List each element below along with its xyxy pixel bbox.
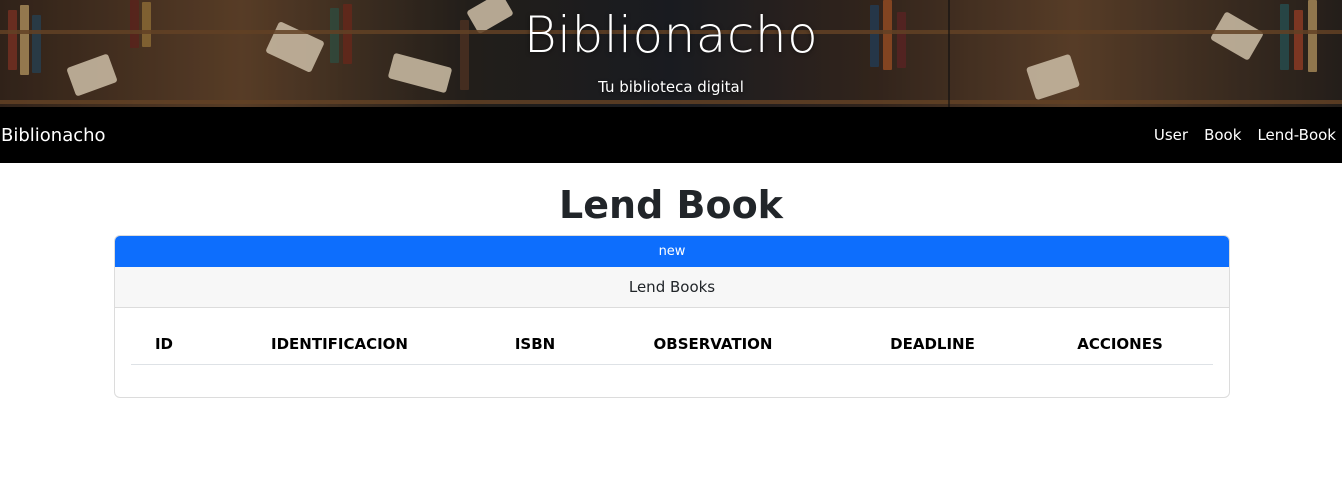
hero-banner: Biblionacho Tu biblioteca digital bbox=[0, 0, 1342, 107]
lend-books-card: new Lend Books ID IDENTIFICACION ISBN OB… bbox=[114, 235, 1230, 398]
hero-title: Biblionacho bbox=[523, 6, 819, 64]
new-button[interactable]: new bbox=[115, 236, 1229, 267]
nav-link-user[interactable]: User bbox=[1154, 126, 1188, 144]
nav-link-lend-book[interactable]: Lend-Book bbox=[1257, 126, 1336, 144]
column-header-isbn: ISBN bbox=[482, 324, 588, 365]
column-header-observation: OBSERVATION bbox=[588, 324, 838, 365]
column-header-id: ID bbox=[131, 324, 197, 365]
nav-link-book[interactable]: Book bbox=[1204, 126, 1241, 144]
column-header-deadline: DEADLINE bbox=[838, 324, 1027, 365]
column-header-identificacion: IDENTIFICACION bbox=[197, 324, 482, 365]
nav-links: User Book Lend-Book bbox=[1138, 126, 1336, 144]
card-header: Lend Books bbox=[115, 267, 1229, 308]
hero-subtitle: Tu biblioteca digital bbox=[598, 78, 744, 96]
lend-books-table: ID IDENTIFICACION ISBN OBSERVATION DEADL… bbox=[131, 324, 1213, 365]
table-header-row: ID IDENTIFICACION ISBN OBSERVATION DEADL… bbox=[131, 324, 1213, 365]
top-navbar: Biblionacho User Book Lend-Book bbox=[0, 107, 1342, 163]
navbar-brand[interactable]: Biblionacho bbox=[1, 125, 106, 146]
column-header-acciones: ACCIONES bbox=[1027, 324, 1213, 365]
page-title: Lend Book bbox=[559, 183, 783, 227]
